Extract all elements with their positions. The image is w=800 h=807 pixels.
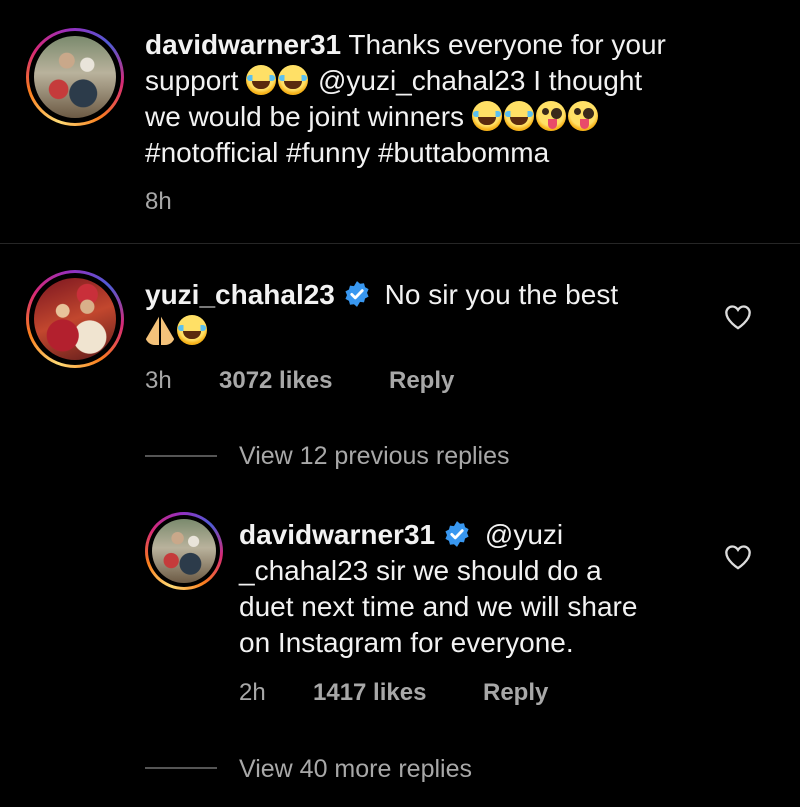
reply-text: on Instagram for everyone. [239,627,574,658]
likes-count[interactable]: 3072 likes [219,366,332,396]
replies-thread-line [145,455,217,457]
laughing-emoji-icon [177,315,207,345]
zany-face-emoji-icon [567,101,598,131]
comment-line-1: yuzi_chahal23 No sir you the best [145,277,618,313]
reply-button[interactable]: Reply [483,678,548,708]
reply-text: duet next time and we will share [239,591,638,622]
username-link[interactable]: yuzi_chahal23 [145,279,335,310]
verified-badge-icon [445,521,469,547]
comment-text: Thanks everyone for your [348,29,666,60]
reply-line-3: duet next time and we will share [239,589,637,625]
comment-time: 8h [145,188,172,215]
laughing-emoji-icon [278,65,309,95]
avatar-davidwarner31-reply[interactable] [145,512,223,590]
comment-line-1: davidwarner31 Thanks everyone for your [145,27,666,63]
zany-face-emoji-icon [535,101,566,131]
username-link[interactable]: davidwarner31 [145,29,341,60]
view-previous-replies-link[interactable]: View 12 previous replies [239,441,510,471]
reply-text: _chahal23 sir we should do a [239,555,602,586]
likes-count[interactable]: 1417 likes [313,678,426,708]
avatar-photo [152,519,216,583]
verified-badge-icon [345,281,369,307]
comment-text: support [145,65,239,96]
comment-line-3: we would be joint winners [145,99,600,135]
replies-thread-line [145,767,217,769]
like-heart-icon[interactable] [724,304,752,330]
mention-link[interactable]: @yuzi [485,519,563,550]
reply-line-1: davidwarner31 @yuzi [239,517,563,553]
username-link[interactable]: davidwarner31 [239,519,435,550]
comment-line-2 [145,313,209,349]
reply-button[interactable]: Reply [389,366,454,396]
reply-line-2: _chahal23 sir we should do a [239,553,602,589]
hashtags[interactable]: #notofficial #funny #buttabomma [145,137,549,168]
caption-divider [0,243,800,244]
comment-text: @yuzi_chahal23 I thought [317,65,643,96]
comment-line-4: #notofficial #funny #buttabomma [145,135,549,171]
avatar-yuzi-chahal23[interactable] [26,270,124,368]
view-more-replies-link[interactable]: View 40 more replies [239,754,472,784]
reply-time: 2h [239,679,266,706]
avatar-photo [34,278,116,360]
comment-text: we would be joint winners [145,101,465,132]
laughing-emoji-icon [246,65,277,95]
laughing-emoji-icon [503,101,534,131]
folded-hands-emoji-icon [145,315,175,345]
comment-line-2: support @yuzi_chahal23 I thought [145,63,642,99]
laughing-emoji-icon [471,101,502,131]
reply-line-4: on Instagram for everyone. [239,625,574,661]
comment-time: 3h [145,367,172,394]
avatar-davidwarner31[interactable] [26,28,124,126]
like-heart-icon[interactable] [724,544,752,570]
comment-text: No sir you the best [384,279,619,310]
avatar-photo [34,36,116,118]
